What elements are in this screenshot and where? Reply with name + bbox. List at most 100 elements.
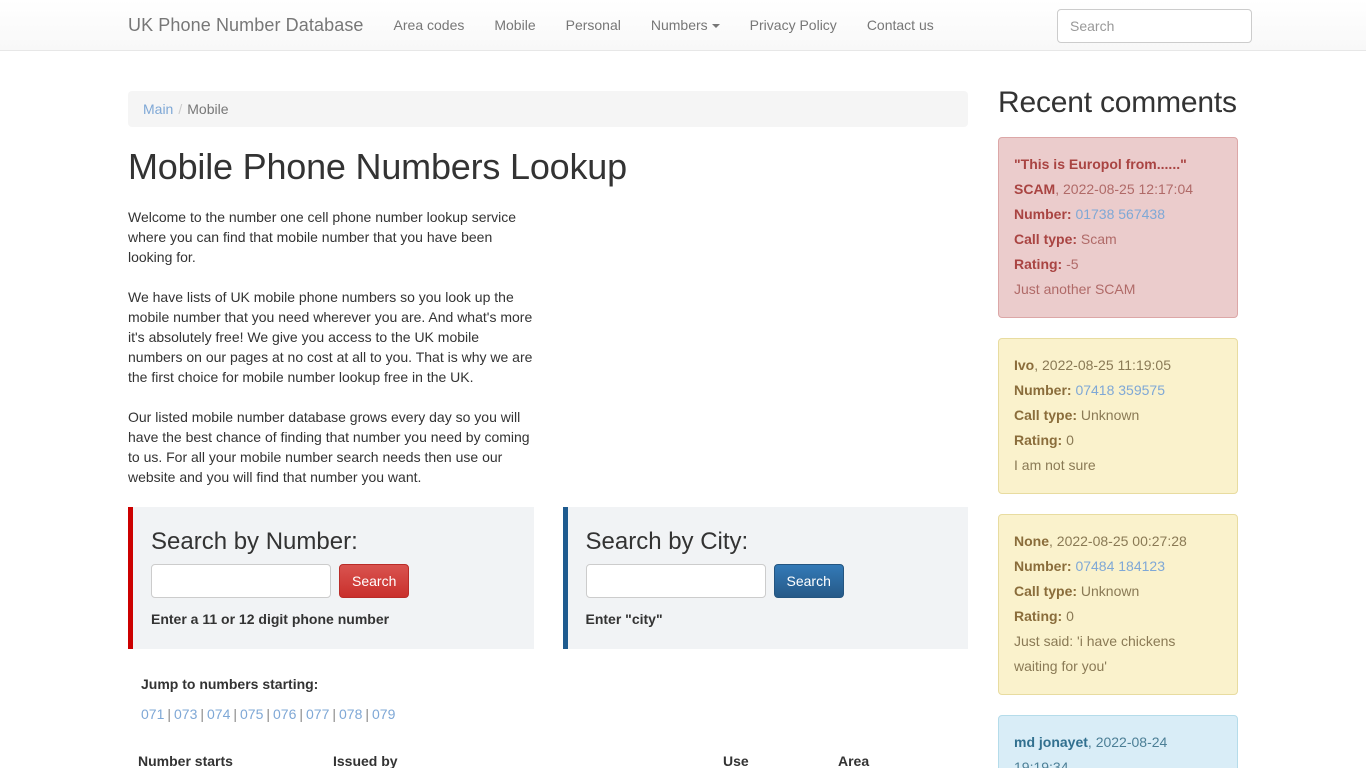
comment-number-line: Number: 07484 184123 — [1014, 554, 1222, 579]
comment-header: "This is Europol from......" SCAM, 2022-… — [1014, 152, 1222, 202]
city-search-hint: Enter "city" — [585, 610, 663, 627]
comment-calltype-value: Unknown — [1080, 583, 1140, 599]
jump-to-numbers-label: Jump to numbers starting: — [141, 675, 319, 692]
primary-nav: Area codes Mobile Personal Numbers Priva… — [379, 0, 949, 50]
intro-paragraph-3: Our listed mobile number database grows … — [128, 408, 530, 485]
comment-number-line: Number: 07418 359575 — [1014, 378, 1222, 403]
column-header-issued-by: Issued by — [323, 742, 713, 768]
main-column: Main / Mobile Mobile Phone Numbers Lookup … — [128, 51, 983, 768]
comment-author: Ivo — [1014, 357, 1035, 373]
nav-item-contact-us[interactable]: Contact us — [852, 0, 949, 50]
nav-label: Numbers — [650, 17, 708, 33]
jump-separator: | — [233, 705, 237, 722]
intro-paragraph-2: We have lists of UK mobile phone numbers… — [128, 288, 533, 385]
comment-header: None, 2022-08-25 00:27:28 — [1014, 529, 1222, 554]
comment-rating-line: Rating: -5 — [1014, 252, 1222, 277]
nav-item-area-codes[interactable]: Area codes — [379, 0, 480, 50]
comment-calltype-value: Unknown — [1080, 407, 1140, 423]
search-input[interactable] — [1057, 9, 1252, 43]
jump-link-071[interactable]: 071 — [141, 706, 164, 722]
nav-item-privacy-policy[interactable]: Privacy Policy — [735, 0, 852, 50]
column-header-number-starts: Number starts — [128, 742, 323, 768]
comment-number-label: Number: — [1014, 558, 1072, 574]
jump-separator: | — [200, 705, 204, 722]
comment-number-label: Number: — [1014, 382, 1072, 398]
jump-link-078[interactable]: 078 — [339, 706, 362, 722]
jump-link-079[interactable]: 079 — [372, 706, 395, 722]
comment-number-link[interactable]: 01738 567438 — [1075, 206, 1165, 222]
comment-calltype-label: Call type: — [1014, 583, 1078, 599]
number-search-input[interactable] — [151, 563, 331, 598]
nav-label: Mobile — [494, 17, 536, 33]
jump-separator: | — [332, 705, 336, 722]
nav-link-privacy-policy[interactable]: Privacy Policy — [735, 0, 852, 50]
comment-calltype-label: Call type: — [1014, 231, 1078, 247]
comment-timestamp: 2022-08-25 00:27:28 — [1056, 533, 1187, 549]
comment-author: None — [1014, 533, 1049, 549]
comment-rating-value: 0 — [1066, 608, 1074, 624]
recent-comments-title: Recent comments — [998, 86, 1237, 119]
comment-rating-label: Rating: — [1014, 256, 1063, 272]
city-search-button[interactable]: Search — [773, 563, 844, 598]
comment-card[interactable]: Ivo, 2022-08-25 11:19:05 Number: 07418 3… — [998, 338, 1238, 494]
nav-label: Privacy Policy — [749, 17, 837, 33]
number-search-hint: Enter a 11 or 12 digit phone number — [151, 610, 390, 627]
comment-header: Ivo, 2022-08-25 11:19:05 — [1014, 353, 1222, 378]
comment-card[interactable]: "This is Europol from......" SCAM, 2022-… — [998, 137, 1238, 318]
comment-number-line: Number: 01738 567438 — [1014, 202, 1222, 227]
city-search-input[interactable] — [585, 563, 766, 598]
comment-rating-label: Rating: — [1014, 608, 1063, 624]
jump-link-077[interactable]: 077 — [306, 706, 329, 722]
comment-calltype-value: Scam — [1080, 231, 1117, 247]
comment-timestamp: 2022-08-25 12:17:04 — [1063, 181, 1194, 197]
page-title: Mobile Phone Numbers Lookup — [128, 146, 627, 187]
comment-card[interactable]: None, 2022-08-25 00:27:28 Number: 07484 … — [998, 514, 1238, 695]
search-by-number-heading: Search by Number: — [151, 527, 358, 555]
breadcrumb-link-main[interactable]: Main — [143, 101, 173, 117]
jump-to-numbers-block: Jump to numbers starting: 071 | 073 | 074 | 07… — [128, 674, 968, 724]
number-search-button[interactable]: Search — [339, 563, 410, 598]
chevron-down-icon — [711, 24, 720, 29]
nav-link-numbers[interactable]: Numbers — [636, 0, 735, 50]
comment-number-label: Number: — [1014, 206, 1072, 222]
comment-timestamp-sep: , — [1087, 734, 1096, 750]
comment-rating-value: 0 — [1066, 432, 1074, 448]
search-by-number-panel: Search by Number: Search Enter a 11 or 1… — [128, 506, 534, 649]
comment-author: md jonayet — [1014, 734, 1088, 750]
comment-timestamp: 2022-08-25 11:19:05 — [1042, 357, 1171, 373]
nav-label: Personal — [565, 17, 621, 33]
navbar-search-form — [1057, 9, 1252, 43]
jump-separator: | — [299, 705, 303, 722]
jump-separator: | — [167, 705, 171, 722]
nav-label: Area codes — [393, 17, 465, 33]
numbers-table: Number starts Issued by Use Area 070 See… — [128, 742, 971, 768]
column-header-use: Use — [713, 742, 828, 768]
comment-body: Just another SCAM — [1014, 281, 1136, 297]
nav-link-area-codes[interactable]: Area codes — [379, 0, 480, 50]
sidebar: Recent comments "This is Europol from...… — [983, 51, 1238, 768]
breadcrumb-item-current: Mobile — [187, 101, 228, 117]
nav-link-mobile[interactable]: Mobile — [479, 0, 550, 50]
nav-item-numbers[interactable]: Numbers — [636, 0, 735, 50]
intro-paragraph-1: Welcome to the number one cell phone num… — [128, 208, 517, 265]
search-by-city-heading: Search by City: — [585, 527, 749, 555]
jump-link-073[interactable]: 073 — [174, 706, 197, 722]
page-container: Main / Mobile Mobile Phone Numbers Lookup … — [113, 51, 1253, 768]
nav-item-personal[interactable]: Personal — [551, 0, 636, 50]
comment-rating-label: Rating: — [1014, 432, 1063, 448]
comment-number-link[interactable]: 07418 359575 — [1075, 382, 1165, 398]
nav-link-personal[interactable]: Personal — [551, 0, 636, 50]
jump-link-074[interactable]: 074 — [207, 706, 230, 722]
breadcrumb-item-main[interactable]: Main — [143, 101, 173, 117]
nav-link-contact-us[interactable]: Contact us — [852, 0, 949, 50]
jump-link-076[interactable]: 076 — [273, 706, 296, 722]
comment-card[interactable]: md jonayet, 2022-08-24 19:19:34 Number: … — [998, 715, 1238, 768]
breadcrumb-current-label: Mobile — [187, 101, 229, 117]
jump-separator: | — [365, 705, 369, 722]
comment-number-link[interactable]: 07484 184123 — [1075, 558, 1165, 574]
comment-calltype-label: Call type: — [1014, 407, 1078, 423]
jump-link-075[interactable]: 075 — [240, 706, 263, 722]
site-brand[interactable]: UK Phone Number Database — [113, 15, 379, 35]
nav-item-mobile[interactable]: Mobile — [479, 0, 550, 50]
nav-label: Contact us — [866, 17, 934, 33]
